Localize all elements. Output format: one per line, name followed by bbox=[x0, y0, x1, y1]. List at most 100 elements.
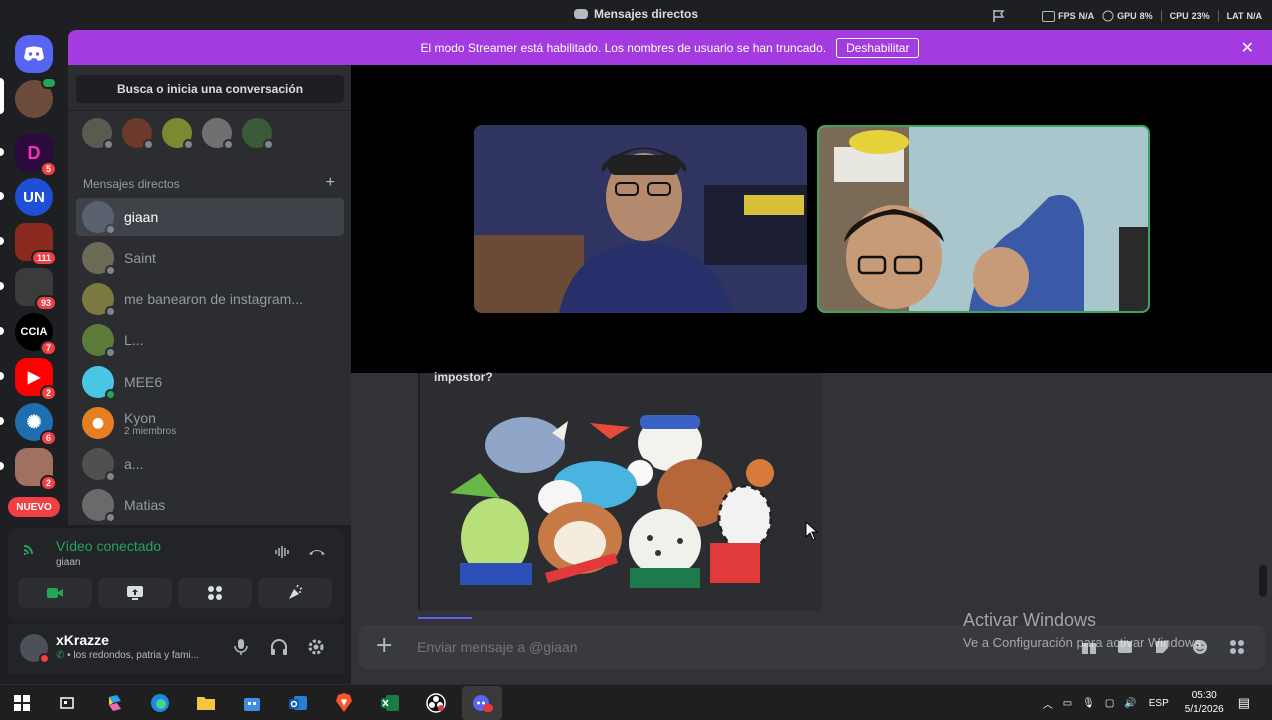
divider bbox=[1217, 10, 1219, 22]
unread-pill bbox=[0, 282, 4, 290]
dm-item-l[interactable]: L... bbox=[76, 321, 344, 359]
server-youtube[interactable]: ▶ 2 bbox=[15, 358, 57, 401]
voice-connection-panel: Vídeo conectado giaan bbox=[8, 528, 344, 620]
folder-icon bbox=[197, 697, 215, 710]
new-badge[interactable]: NUEVO bbox=[8, 497, 60, 517]
message-input[interactable] bbox=[417, 639, 957, 655]
excel-icon bbox=[381, 695, 399, 711]
mascots-image[interactable] bbox=[440, 403, 796, 591]
flag-icon[interactable] bbox=[992, 9, 1006, 23]
divider bbox=[68, 110, 351, 111]
soundboard-icon bbox=[289, 584, 303, 599]
webcam-feed-1 bbox=[474, 125, 807, 313]
dm-item-giaan[interactable]: giaan bbox=[76, 198, 344, 236]
server-un[interactable]: UN bbox=[15, 178, 53, 216]
network-icon[interactable]: ▢ bbox=[1105, 698, 1114, 709]
screen-share-button[interactable] bbox=[98, 578, 172, 608]
edge-button[interactable] bbox=[148, 691, 172, 715]
system-tray: ︿ ▭ 🎙 ▢ 🔊 ESP 05:30 5/1/2026 ▤ bbox=[1043, 685, 1272, 720]
gpu-readout: GPU 8% bbox=[1102, 10, 1153, 22]
divider bbox=[1160, 10, 1162, 22]
selected-pill bbox=[0, 78, 4, 114]
excel-button[interactable] bbox=[378, 691, 402, 715]
outlook-icon bbox=[289, 696, 307, 710]
video-tile[interactable] bbox=[474, 125, 807, 313]
discord-taskbar-button[interactable] bbox=[462, 686, 502, 720]
plus-icon[interactable]: + bbox=[375, 635, 393, 657]
performance-overlay: FPS N/A GPU 8% CPU 23% LAT N/A bbox=[984, 6, 1272, 26]
brave-button[interactable] bbox=[332, 691, 356, 715]
avatar bbox=[82, 201, 116, 235]
friend-avatar[interactable] bbox=[162, 118, 194, 150]
apps-icon[interactable] bbox=[1229, 639, 1245, 655]
brave-icon bbox=[336, 693, 352, 712]
clock[interactable]: 05:30 5/1/2026 bbox=[1185, 689, 1224, 717]
video-tile-speaking[interactable] bbox=[817, 125, 1150, 313]
unread-pill bbox=[0, 372, 4, 380]
file-explorer-button[interactable] bbox=[194, 691, 218, 715]
plus-icon[interactable]: + bbox=[326, 175, 335, 191]
phone-icon: ✆ bbox=[56, 650, 65, 661]
scrollbar[interactable] bbox=[1259, 565, 1267, 597]
gear-icon[interactable] bbox=[307, 638, 325, 656]
camera-button[interactable] bbox=[18, 578, 92, 608]
server-red[interactable]: 111 bbox=[15, 223, 57, 266]
activities-button[interactable] bbox=[178, 578, 252, 608]
window-title-text: Mensajes directos bbox=[593, 7, 699, 21]
noise-suppression-icon[interactable] bbox=[274, 544, 290, 560]
outlook-button[interactable] bbox=[286, 691, 310, 715]
unread-pill bbox=[0, 327, 4, 335]
dm-item-a[interactable]: a... bbox=[76, 445, 344, 483]
avatar[interactable] bbox=[20, 634, 50, 664]
chevron-up-icon[interactable]: ︿ bbox=[1043, 696, 1053, 711]
server-blue[interactable]: ✺ 6 bbox=[15, 403, 57, 446]
dm-item-mee6[interactable]: MEE6 bbox=[76, 363, 344, 401]
battery-icon[interactable]: ▭ bbox=[1063, 698, 1072, 709]
close-icon[interactable]: ✕ bbox=[1241, 38, 1254, 58]
volume-icon[interactable]: 🔊 bbox=[1124, 698, 1136, 709]
dm-item-instagram[interactable]: me banearon de instagram... bbox=[76, 280, 344, 318]
headphones-icon[interactable] bbox=[270, 638, 288, 656]
dm-item-matias[interactable]: Matias bbox=[76, 486, 344, 524]
server-user-avatar[interactable] bbox=[15, 77, 57, 118]
avatar bbox=[82, 489, 116, 523]
microphone-icon[interactable] bbox=[232, 638, 250, 656]
banner-text: El modo Streamer está habilitado. Los no… bbox=[420, 40, 827, 55]
unread-pill bbox=[0, 237, 4, 245]
disconnect-icon[interactable] bbox=[308, 546, 326, 556]
search-conversation-button[interactable]: Busca o inicia una conversación bbox=[76, 75, 344, 103]
start-button[interactable] bbox=[10, 691, 34, 715]
mic-icon[interactable]: 🎙 bbox=[1082, 698, 1095, 709]
soundboard-button[interactable] bbox=[258, 578, 332, 608]
server-p[interactable]: D5 bbox=[15, 134, 57, 177]
friend-avatar[interactable] bbox=[82, 118, 114, 150]
dm-item-saint[interactable]: Saint bbox=[76, 239, 344, 277]
windows-logo-icon bbox=[14, 695, 30, 711]
mouse-cursor-icon bbox=[805, 521, 819, 541]
dm-header-label: Mensajes directos bbox=[83, 177, 180, 191]
server-ccia[interactable]: CCIA 7 bbox=[15, 313, 57, 356]
message-attachment: impostor? bbox=[418, 370, 822, 611]
obs-button[interactable] bbox=[424, 691, 448, 715]
server-dark[interactable]: 93 bbox=[15, 268, 57, 311]
copilot-icon bbox=[109, 695, 121, 711]
activities-icon bbox=[208, 586, 222, 600]
screen-share-icon bbox=[127, 586, 143, 600]
star-icon: ✺ bbox=[26, 411, 42, 432]
discord-home-button[interactable] bbox=[15, 35, 53, 73]
server-photo[interactable]: 2 bbox=[15, 448, 57, 491]
dm-item-kyon[interactable]: ● Kyon 2 miembros bbox=[76, 404, 344, 442]
task-view-button[interactable] bbox=[55, 691, 79, 715]
friend-avatar[interactable] bbox=[242, 118, 274, 150]
friend-avatar[interactable] bbox=[202, 118, 234, 150]
disable-streamer-button[interactable]: Deshabilitar bbox=[836, 37, 920, 58]
discord-title-icon bbox=[573, 9, 588, 19]
activate-windows-watermark: Activar Windows Ve a Configuración para … bbox=[963, 610, 1205, 650]
video-call-area bbox=[351, 65, 1272, 373]
language-indicator[interactable]: ESP bbox=[1149, 698, 1169, 709]
copilot-button[interactable] bbox=[103, 691, 127, 715]
voice-status[interactable]: Vídeo conectado bbox=[56, 538, 161, 554]
friend-avatar[interactable] bbox=[122, 118, 154, 150]
notifications-icon[interactable]: ▤ bbox=[1238, 695, 1250, 711]
store-button[interactable] bbox=[240, 691, 264, 715]
